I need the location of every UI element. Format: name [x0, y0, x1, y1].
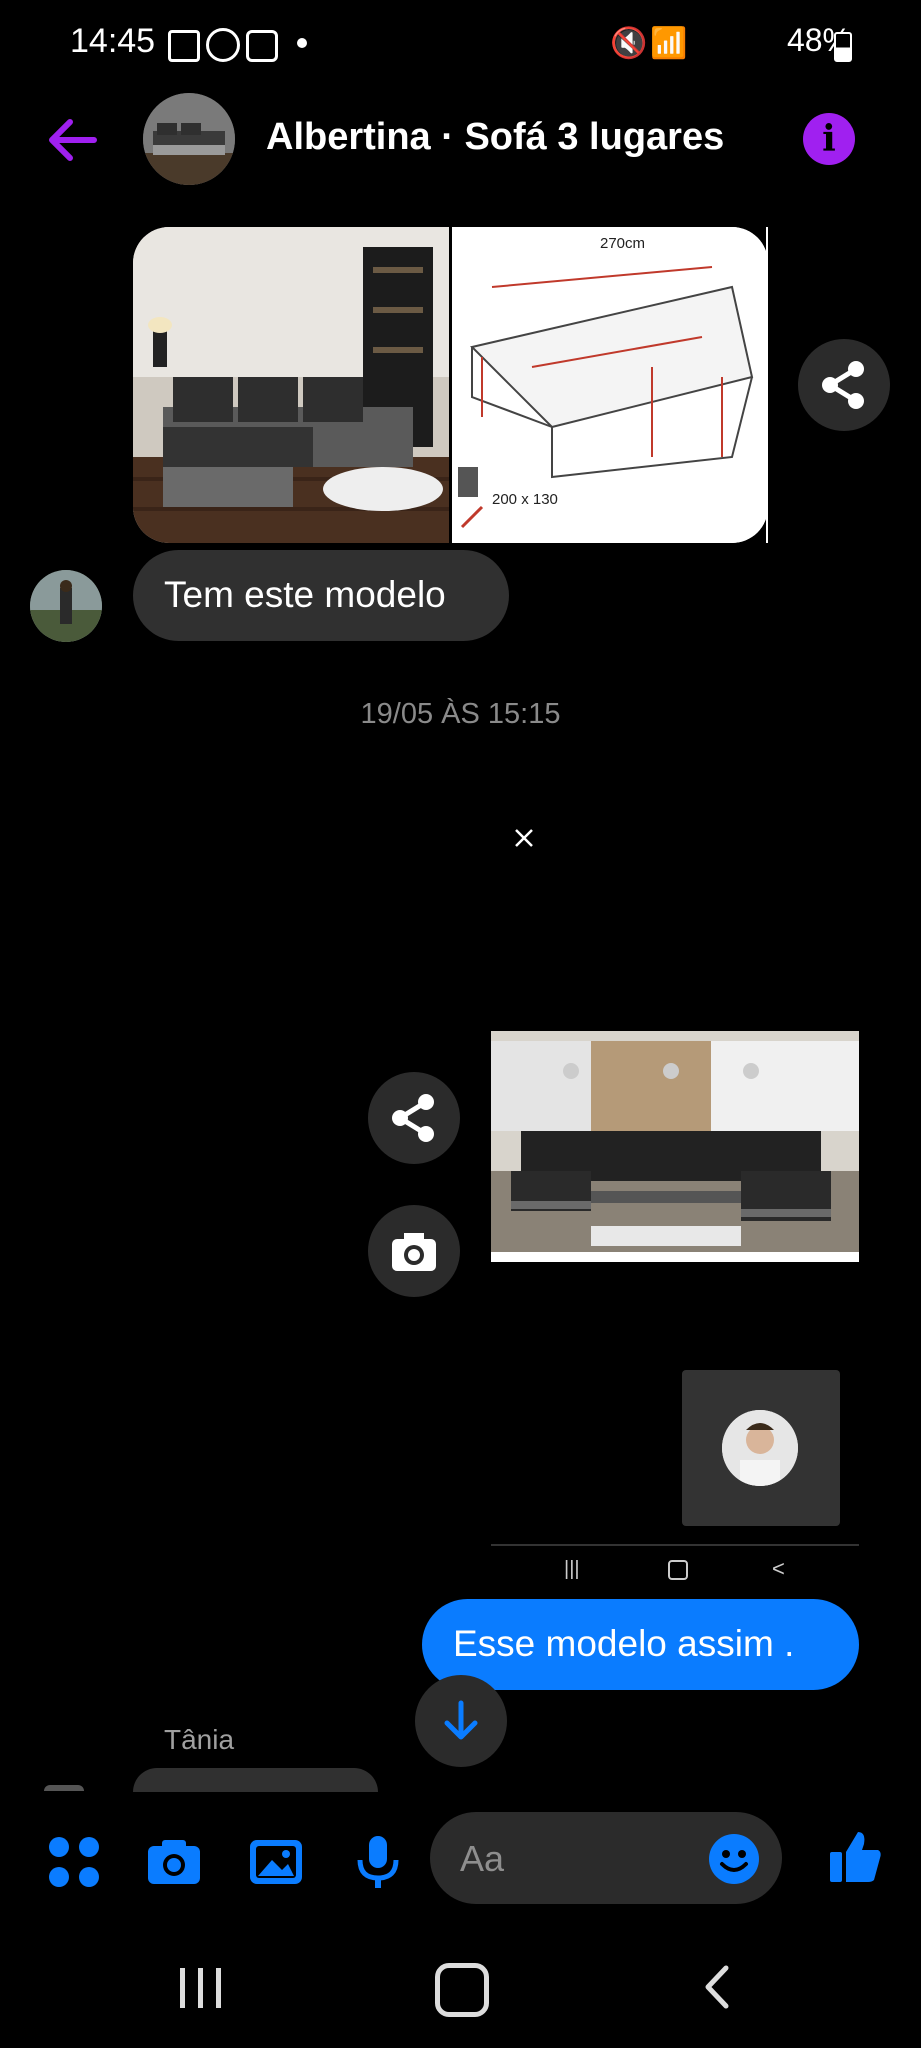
sent-message-text: Esse modelo assim . [453, 1623, 795, 1664]
gallery-notification-icon [168, 30, 200, 62]
recent-apps-button[interactable] [178, 1966, 224, 2015]
video-call-preview[interactable] [682, 1370, 840, 1526]
sofa-photo-2[interactable] [491, 1031, 859, 1262]
received-message-bubble[interactable]: Tem este modelo [133, 550, 509, 641]
conversation-avatar[interactable] [143, 93, 235, 185]
home-button[interactable] [435, 1963, 489, 2017]
thumbs-up-icon[interactable] [826, 1828, 884, 1886]
wifi-icon: 📶 [650, 27, 688, 60]
message-input-placeholder: Aa [460, 1838, 505, 1879]
sofa-dimension-sketch[interactable]: 270cm 200 x 130 [452, 227, 768, 543]
received-message-text: Tem este modelo [164, 574, 446, 615]
share-button-2[interactable] [368, 1072, 460, 1164]
share-icon [392, 1094, 434, 1142]
app-notification-icon [246, 30, 278, 62]
mic-icon[interactable] [348, 1832, 408, 1892]
partial-sender-avatar [44, 1785, 84, 1791]
back-arrow-icon[interactable] [44, 112, 100, 168]
mute-icon: 🔇 [610, 27, 648, 60]
status-time: 14:45 [70, 22, 156, 60]
sender-avatar[interactable] [30, 570, 102, 642]
caller-avatar [722, 1410, 798, 1486]
apps-icon[interactable] [44, 1832, 104, 1892]
next-sender-name: Tânia [164, 1724, 235, 1755]
partial-message-bubble[interactable] [133, 1768, 378, 1792]
sketch-width-label: 270cm [600, 235, 646, 252]
image-icon[interactable] [246, 1832, 306, 1892]
embedded-divider [491, 1544, 859, 1546]
scroll-to-bottom-button[interactable] [415, 1675, 507, 1767]
info-icon[interactable]: i [803, 113, 855, 165]
back-nav-button[interactable] [700, 1964, 732, 2010]
share-icon [822, 361, 864, 409]
camera-button[interactable] [368, 1205, 460, 1297]
image-divider [766, 227, 768, 543]
sofa-photo-1[interactable] [133, 227, 449, 543]
embedded-back-icon: < [772, 1556, 785, 1581]
embedded-home-icon [668, 1560, 688, 1580]
battery-icon [834, 32, 852, 62]
embedded-recents-icon: ||| [564, 1558, 580, 1580]
sketch-bed-label: 200 x 130 [492, 491, 558, 508]
camera-icon[interactable] [144, 1832, 204, 1892]
share-button[interactable] [798, 339, 890, 431]
scroll-down-icon [444, 1700, 478, 1740]
more-notifications-dot [297, 38, 307, 48]
camera-icon [392, 1233, 436, 1271]
whatsapp-notification-icon [206, 28, 240, 62]
conversation-title[interactable]: Albertina · Sofá 3 lugares [266, 116, 724, 159]
message-timestamp: 19/05 ÀS 15:15 [360, 698, 561, 730]
close-icon[interactable] [514, 828, 534, 848]
emoji-icon[interactable] [707, 1832, 761, 1886]
